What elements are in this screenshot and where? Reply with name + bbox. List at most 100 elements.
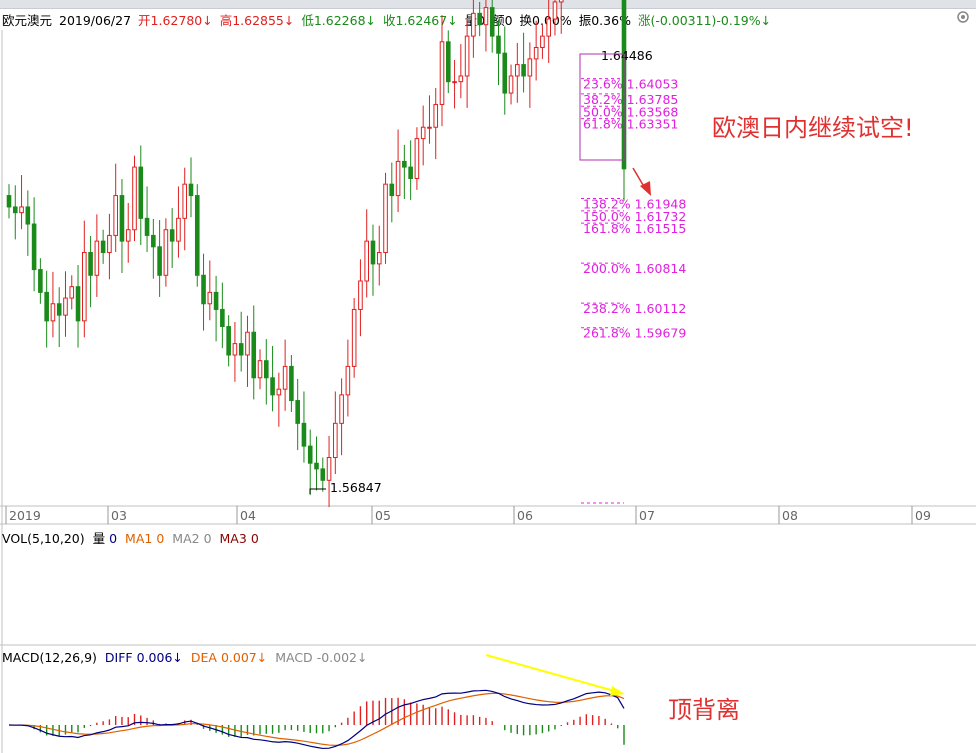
- candle-body: [351, 308, 357, 367]
- candle-body: [107, 234, 112, 254]
- x-tick-label: 06: [517, 508, 533, 523]
- candle-body: [540, 35, 545, 49]
- candle-body: [56, 303, 62, 316]
- volume-legend: VOL(5,10,20) 量0 MA1 0 MA2 0 MA3 0: [2, 528, 263, 547]
- candle-body: [257, 360, 263, 379]
- ma3-name: MA3: [219, 531, 247, 546]
- vol-label: VOL(5,10,20): [2, 531, 85, 546]
- macd-name: MACD: [275, 650, 313, 665]
- candle-body: [358, 280, 363, 310]
- candle-body: [282, 365, 288, 390]
- candle-body: [314, 462, 319, 470]
- candle-body: [232, 343, 238, 356]
- ma1-value: 0: [156, 531, 165, 546]
- candle-body: [151, 234, 156, 248]
- candle-body: [339, 394, 344, 424]
- candle-body: [188, 183, 194, 197]
- candle-body: [63, 297, 68, 316]
- candle-body: [533, 47, 539, 60]
- candle-body: [207, 291, 213, 305]
- diff-value: 0.006↓: [136, 650, 183, 665]
- candle-body: [508, 75, 514, 94]
- candle-body: [452, 81, 457, 84]
- divergence-arrow: [485, 654, 625, 696]
- candle-body: [383, 183, 388, 254]
- candle-body: [220, 308, 225, 328]
- candle-body: [263, 360, 269, 379]
- x-tick-label: 04: [240, 508, 256, 523]
- candle-body: [289, 365, 294, 402]
- ma3-value: 0: [250, 531, 259, 546]
- vol-value: 0: [109, 531, 118, 546]
- candle-body: [433, 103, 439, 128]
- candle-body: [44, 291, 49, 322]
- candle-body: [496, 35, 501, 54]
- candle-body: [194, 195, 200, 276]
- candle-body: [69, 286, 75, 299]
- candle-body: [414, 138, 420, 179]
- candle-body: [395, 160, 401, 197]
- candle-body: [50, 303, 56, 322]
- x-tick-label: 07: [639, 508, 655, 523]
- candle-body: [25, 206, 31, 225]
- candle-body: [251, 331, 257, 379]
- candle-body: [489, 7, 495, 37]
- candle-body: [138, 166, 144, 219]
- x-tick-label: 05: [375, 508, 391, 523]
- candle-body: [527, 58, 533, 77]
- dea-name: DEA: [190, 650, 217, 665]
- macd-value: -0.002↓: [316, 650, 368, 665]
- candle-body: [521, 64, 526, 77]
- fib-level-label: 200.0% 1.60814: [583, 261, 686, 276]
- candle-body: [238, 343, 244, 356]
- candle-body: [169, 229, 175, 242]
- candle-body: [125, 229, 131, 242]
- candle-body: [445, 41, 451, 83]
- candle-body: [213, 291, 219, 310]
- low-label: 1.56847: [330, 480, 382, 495]
- candle-body: [427, 126, 432, 129]
- fib-level-label: 61.8% 1.63351: [583, 117, 678, 132]
- ma1-name: MA1: [125, 531, 153, 546]
- candle-body: [75, 286, 81, 322]
- candle-body: [552, 1, 558, 20]
- candle-body: [276, 388, 282, 396]
- candle-body: [333, 422, 338, 459]
- candle-body: [176, 217, 181, 242]
- candlestick-chart: 2019 03 04 05 06 07 08 09 23.6% 1.6405338.2% 1.…: [0, 0, 976, 753]
- candle-body: [483, 7, 489, 26]
- diff-name: DIFF: [104, 650, 133, 665]
- macd-label: MACD(12,26,9): [2, 650, 97, 665]
- macd-annotation: 顶背离: [668, 696, 740, 724]
- x-tick-label: 03: [111, 508, 127, 523]
- dea-line: [8, 692, 625, 746]
- ma2-name: MA2: [172, 531, 200, 546]
- candle-body: [345, 365, 351, 396]
- fib-level-label: 161.8% 1.61515: [583, 221, 686, 236]
- candle-body: [408, 166, 413, 179]
- candle-body: [88, 252, 93, 276]
- candle-body: [201, 274, 206, 305]
- candle-body: [157, 246, 162, 276]
- candle-body: [19, 206, 24, 214]
- candle-body: [119, 195, 125, 242]
- fib-level-label: 238.2% 1.60112: [583, 301, 686, 316]
- candle-body: [113, 195, 118, 236]
- x-tick-label: 08: [782, 508, 798, 523]
- candle-body: [307, 445, 313, 464]
- candle-body: [546, 18, 551, 37]
- candle-body: [376, 252, 382, 265]
- candle-body: [144, 217, 150, 236]
- ma2-value: 0: [203, 531, 212, 546]
- candle-body: [326, 457, 332, 481]
- candle-body: [295, 400, 300, 424]
- candle-body: [301, 422, 307, 447]
- candle-body: [94, 240, 100, 276]
- fib-level-label: 261.8% 1.59679: [583, 326, 686, 341]
- candle-body: [389, 183, 395, 197]
- candle-body: [245, 331, 250, 356]
- candle-body: [182, 183, 188, 219]
- down-arrow: [632, 167, 651, 196]
- candle-body: [477, 12, 482, 26]
- high-label: 1.64486: [601, 48, 653, 63]
